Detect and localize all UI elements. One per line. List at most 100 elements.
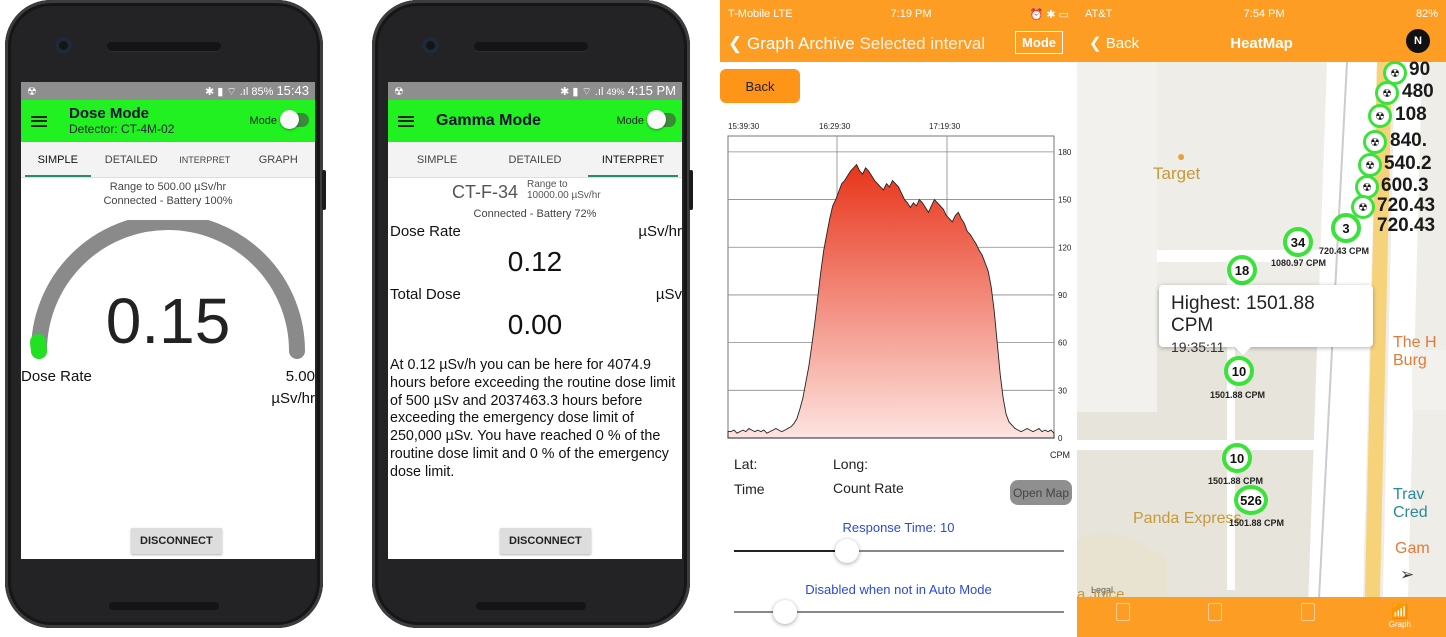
place-burger: The H Burg <box>1393 334 1437 369</box>
radiation-icon[interactable]: ☢ <box>1358 153 1382 177</box>
range-label: Range to <box>527 179 568 190</box>
dose-rate-value: 0.12 <box>507 246 563 277</box>
tab-graph[interactable]: 📶 Graph <box>1380 603 1420 633</box>
detector-id: CT-F-34 <box>452 182 519 202</box>
navigation-bar: T-Mobile LTE 7:19 PM ⏰ ✱ ▭ ❮ Graph Archi… <box>720 0 1077 62</box>
heat-marker[interactable]: 526 <box>1234 485 1268 515</box>
front-camera <box>422 37 439 54</box>
marker-tooltip: Highest: 1501.88 CPM 19:35:11 <box>1159 285 1373 355</box>
back-button[interactable]: Back <box>720 69 800 103</box>
radiation-icon[interactable]: ☢ <box>1351 195 1375 219</box>
tab-detailed[interactable]: DETAILED <box>95 142 169 177</box>
x-tick-label: 15:39:30 <box>728 122 760 131</box>
mode-toggle[interactable] <box>647 110 676 129</box>
tab-bar: SIMPLE DETAILED INTERPRET <box>388 142 682 178</box>
battery-label: 49% <box>606 87 625 97</box>
tab-detailed[interactable]: DETAILED <box>486 142 584 177</box>
nav-title: HeatMap <box>1230 35 1293 52</box>
total-dose-unit: µSv <box>655 286 682 303</box>
tab-interpret[interactable]: INTERPRET <box>168 142 242 177</box>
x-tick-label: 17:19:30 <box>929 122 961 131</box>
carrier-label: T-Mobile LTE <box>728 8 793 20</box>
dose-rate-label: Dose Rate <box>21 368 92 385</box>
gauge-max-value: 5.00 <box>285 368 315 385</box>
signal-icon: ✱ ▮ ⌔ .ıl <box>560 86 607 98</box>
tab-simple[interactable]: SIMPLE <box>388 142 486 177</box>
disconnect-button[interactable]: DISCONNECT <box>131 528 222 554</box>
tab-live-icon[interactable] <box>1103 603 1143 633</box>
place-panda: Panda Express <box>1133 510 1242 527</box>
radiation-value: 720.43 <box>1377 215 1436 236</box>
status-bar: ☢ ✱ ▮ ⌔ .ıl 49% 4:15 PM <box>388 82 682 100</box>
heat-marker[interactable]: 34 <box>1283 227 1313 257</box>
dose-mode-screen: ☢ ✱ ▮ ⌔ .ıl 85% 15:43 Dose Mode Detector… <box>21 82 315 559</box>
dose-rate-label: Dose Rate <box>390 223 461 240</box>
place-travel: Trav Cred <box>1393 486 1428 521</box>
status-bar: T-Mobile LTE 7:19 PM ⏰ ✱ ▭ <box>728 8 1069 21</box>
front-camera <box>55 37 72 54</box>
tab-graph[interactable]: GRAPH <box>242 142 316 177</box>
dose-value: 0.15 <box>105 285 231 357</box>
back-chevron-icon[interactable]: ❮ <box>728 34 742 53</box>
earpiece-speaker <box>107 42 221 51</box>
mode-button[interactable]: Mode <box>1015 31 1063 54</box>
connection-status: Connected - Battery 100% <box>103 195 233 207</box>
lat-label: Lat: <box>734 456 758 472</box>
open-map-button[interactable]: Open Map <box>1010 480 1072 505</box>
tab-graph-label: Graph <box>1388 620 1411 629</box>
radiation-status-icon: ☢ <box>27 85 37 98</box>
tooltip-time: 19:35:11 <box>1171 339 1225 355</box>
marker-label: 1501.88 CPM <box>1210 390 1266 400</box>
gauge-max-unit: µSv/hr <box>271 390 315 407</box>
gamma-mode-screen: ☢ ✱ ▮ ⌔ .ıl 49% 4:15 PM Gamma Mode Mode … <box>388 82 682 559</box>
compass-icon[interactable]: N <box>1404 27 1432 55</box>
android-phone-dose-mode: ☢ ✱ ▮ ⌔ .ıl 85% 15:43 Dose Mode Detector… <box>5 0 326 628</box>
response-time-thumb[interactable] <box>835 539 859 563</box>
response-time-label: Response Time: 10 <box>842 520 955 535</box>
radiation-icon[interactable]: ☢ <box>1375 81 1399 105</box>
radiation-icon[interactable]: ☢ <box>1368 104 1392 128</box>
app-title: Gamma Mode <box>436 112 541 129</box>
disconnect-button[interactable]: DISCONNECT <box>500 528 591 554</box>
series-area <box>727 163 1055 439</box>
connection-status: Connected - Battery 72% <box>473 208 597 220</box>
mode-label: Mode <box>249 115 277 127</box>
bottom-speaker <box>476 602 586 610</box>
tab-interpret[interactable]: INTERPRET <box>584 142 682 177</box>
y-axis-label: CPM <box>1050 450 1070 460</box>
time-label: Time <box>734 481 765 497</box>
graph-icon: 📶 <box>1391 603 1409 619</box>
tooltip-title: Highest: 1501.88 CPM <box>1171 293 1315 336</box>
signal-icon: ✱ ▮ ⌔ .ıl <box>204 86 252 98</box>
tab-archive-icon[interactable] <box>1288 603 1328 633</box>
status-time: 4:15 PM <box>627 83 676 98</box>
menu-icon[interactable] <box>31 115 47 127</box>
count-rate-chart: 180 150 120 90 60 30 0 15:39:30 16:29:30 17:19:30… <box>727 122 1072 460</box>
app-bar: Gamma Mode Mode <box>388 100 682 142</box>
location-arrow-icon[interactable]: ➢ <box>1400 565 1414 585</box>
y-tick-label: 60 <box>1058 339 1067 348</box>
target-pin-icon: ● <box>1177 148 1186 164</box>
range-info: Range to 10000.00 µSv/hr <box>527 179 601 201</box>
y-tick-label: 30 <box>1058 386 1067 395</box>
marker-label: 720.43 CPM <box>1319 246 1370 256</box>
marker-label: 1080.97 CPM <box>1271 258 1327 268</box>
radiation-value: 480 <box>1402 81 1434 102</box>
nav-back-graph-archive[interactable]: Graph Archive <box>747 34 855 53</box>
auto-mode-thumb[interactable] <box>773 600 797 624</box>
tab-list-icon[interactable] <box>1195 603 1235 633</box>
heat-marker[interactable]: 18 <box>1227 255 1257 285</box>
radiation-status-icon: ☢ <box>394 85 404 98</box>
radiation-value: 600.3 <box>1381 175 1429 196</box>
heat-marker[interactable]: 10 <box>1222 443 1252 473</box>
tab-simple[interactable]: SIMPLE <box>21 142 95 177</box>
heat-marker[interactable]: 10 <box>1224 356 1254 386</box>
place-game: Gam <box>1395 540 1430 557</box>
mode-toggle[interactable] <box>280 110 309 129</box>
bottom-speaker <box>109 602 219 610</box>
y-tick-label: 180 <box>1058 148 1072 157</box>
menu-icon[interactable] <box>398 115 414 127</box>
range-text: Range to 500.00 µSv/hr <box>109 181 227 193</box>
nav-title-group: ❮ Graph Archive Selected interval <box>728 34 985 54</box>
radiation-icon[interactable]: ☢ <box>1363 130 1387 154</box>
